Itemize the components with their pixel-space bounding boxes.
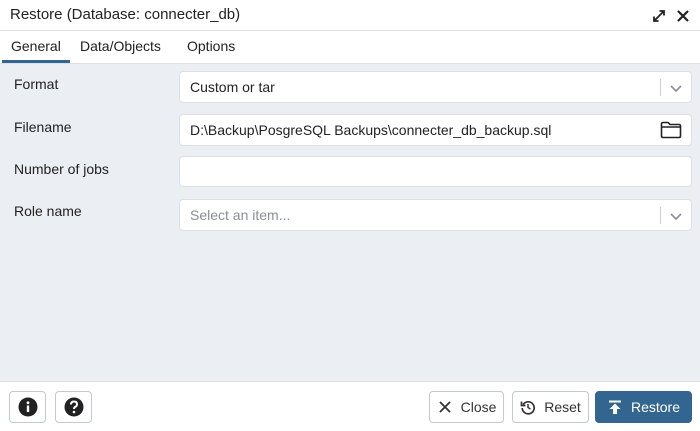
reset-button-label: Reset — [544, 399, 581, 415]
role-placeholder: Select an item... — [190, 207, 291, 223]
jobs-input[interactable] — [179, 156, 692, 187]
tab-general[interactable]: General — [2, 31, 70, 63]
role-label: Role name — [14, 203, 82, 219]
expand-icon[interactable] — [650, 7, 668, 25]
format-value: Custom or tar — [190, 79, 275, 95]
tab-options[interactable]: Options — [178, 31, 244, 63]
close-button[interactable]: Close — [429, 391, 504, 423]
dialog-titlebar: Restore (Database: connecter_db) — [0, 0, 700, 31]
upload-icon — [608, 400, 621, 414]
help-button[interactable] — [55, 391, 92, 423]
select-divider — [660, 79, 661, 96]
info-button[interactable] — [9, 391, 46, 423]
jobs-label: Number of jobs — [14, 161, 109, 177]
dialog-footer: Close Reset Restore — [0, 381, 700, 431]
chevron-down-icon[interactable] — [668, 80, 684, 96]
close-icon[interactable] — [674, 7, 692, 25]
general-panel: Format Custom or tar Filename D:\Backup\… — [0, 64, 700, 381]
folder-icon[interactable] — [660, 121, 682, 139]
close-button-label: Close — [460, 399, 497, 415]
tab-data-objects[interactable]: Data/Objects — [71, 31, 170, 63]
info-icon — [18, 397, 37, 417]
filename-value: D:\Backup\PosgreSQL Backups\connecter_db… — [190, 122, 552, 138]
filename-field[interactable]: D:\Backup\PosgreSQL Backups\connecter_db… — [179, 114, 692, 146]
restore-button[interactable]: Restore — [595, 391, 692, 423]
select-divider — [660, 207, 661, 224]
restore-button-label: Restore — [630, 399, 681, 415]
help-icon — [64, 397, 83, 417]
format-select[interactable]: Custom or tar — [179, 71, 692, 103]
dialog-title: Restore (Database: connecter_db) — [10, 6, 241, 23]
close-icon — [438, 401, 451, 413]
role-select[interactable]: Select an item... — [179, 199, 692, 231]
reset-button[interactable]: Reset — [512, 391, 589, 423]
reset-icon — [520, 400, 536, 415]
format-label: Format — [14, 76, 59, 92]
filename-label: Filename — [14, 119, 72, 135]
chevron-down-icon[interactable] — [668, 208, 684, 224]
tab-bar: General Data/Objects Options — [0, 31, 700, 64]
